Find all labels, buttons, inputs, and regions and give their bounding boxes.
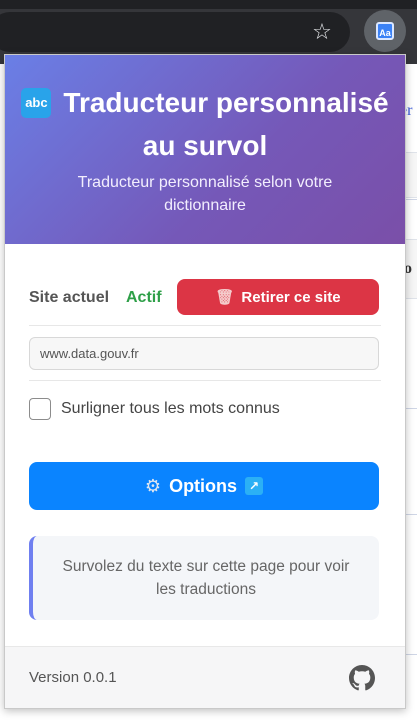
divider (29, 380, 381, 381)
popup-subtitle: Traducteur personnalisé selon votre dict… (77, 174, 333, 214)
options-label: Options (169, 475, 238, 496)
current-site-row: Site actuel Actif 🗑 Retirer ce site (29, 279, 381, 317)
address-bar[interactable] (0, 12, 350, 52)
options-button[interactable]: ⚙ Options ↗ (29, 462, 379, 510)
popup-title-row: abc Traducteur personnalisé au survol (5, 81, 405, 167)
github-icon[interactable] (349, 665, 375, 691)
trash-icon: 🗑 (215, 289, 235, 306)
divider (29, 325, 381, 326)
highlight-option-row[interactable]: Surligner tous les mots connus (29, 398, 381, 422)
logo-icon: abc (21, 88, 52, 118)
current-url-field: www.data.gouv.fr (29, 337, 379, 370)
extension-icon: Aa (376, 22, 394, 40)
extension-button[interactable]: Aa (364, 10, 406, 52)
external-link-icon: ↗ (245, 477, 264, 495)
version-label: Version 0.0.1 (29, 669, 117, 686)
site-status-badge: Actif (126, 289, 162, 306)
info-text: Survolez du texte sur cette page pour vo… (62, 558, 350, 598)
highlight-checkbox-label[interactable]: Surligner tous les mots connus (61, 400, 280, 418)
star-icon[interactable]: ☆ (310, 20, 334, 44)
remove-site-label: Retirer ce site (241, 288, 341, 306)
popup-title: Traducteur personnalisé au survol (63, 87, 389, 161)
popup-header: abc Traducteur personnalisé au survol Tra… (5, 55, 405, 244)
site-label: Site actuel (29, 289, 110, 306)
tab-strip (0, 0, 417, 9)
remove-site-button[interactable]: 🗑 Retirer ce site (177, 279, 379, 315)
highlight-checkbox[interactable] (29, 398, 51, 420)
extension-popup: abc Traducteur personnalisé au survol Tra… (4, 54, 406, 709)
info-box: Survolez du texte sur cette page pour vo… (29, 536, 379, 620)
gear-icon: ⚙ (144, 475, 162, 496)
popup-footer: Version 0.0.1 (5, 646, 405, 708)
